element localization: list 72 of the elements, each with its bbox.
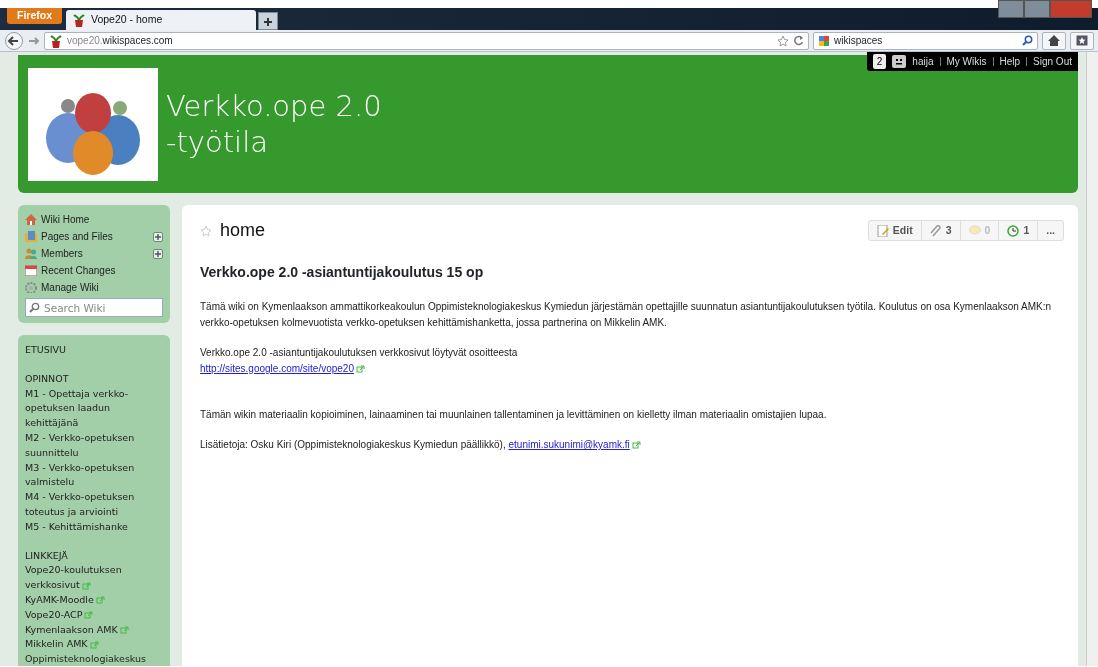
browser-search-field[interactable]: wikispaces (813, 31, 1038, 50)
paragraph: Verkko.ope 2.0 -asiantuntijakoulutuksen verkkosivut löytyvät osoitteesta http://sites.google.com/site/vope20 (200, 346, 519, 376)
search-wiki-field[interactable]: Search Wiki (25, 298, 163, 317)
star-icon (1076, 35, 1088, 46)
address-bar[interactable]: vope20.wikispaces.com (44, 31, 809, 50)
search-icon (1022, 35, 1033, 46)
navigation-link[interactable]: M1 - Opettaja verkko-opetuksen laadun kehittäjänä (25, 386, 163, 431)
browser-tab[interactable]: Vope20 - home (66, 10, 256, 30)
calendar-icon (25, 265, 37, 276)
speech-bubble-icon (968, 224, 981, 237)
paragraph-link[interactable]: http://sites.google.com/site/vope20 (200, 363, 354, 374)
sidebar-nav-link[interactable]: Manage Wiki (25, 279, 163, 296)
navigation-link[interactable]: M5 - Kehittämishanke (25, 519, 163, 535)
favorite-star-icon[interactable] (200, 224, 212, 237)
reload-icon (793, 35, 804, 46)
pencil-page-icon (876, 224, 889, 237)
search-value: wikispaces (834, 34, 884, 48)
paragraph-link[interactable]: etunimi.sukunimi@kyamk.fi (508, 439, 630, 450)
notification-count[interactable]: 2 (872, 54, 887, 69)
bookmark-star-icon (777, 34, 789, 47)
site-title: Verkko.ope 2.0 -työtila (166, 88, 382, 160)
page-action-button[interactable]: 1 (999, 220, 1039, 241)
paperclip-icon (929, 224, 942, 237)
plant-pot-icon (72, 13, 86, 27)
avatar-icon (892, 55, 907, 68)
sidebar-nav-link[interactable]: Wiki Home (25, 211, 163, 228)
expand-icon[interactable] (153, 248, 163, 259)
navigation-link[interactable]: OPINNOT (25, 371, 163, 387)
external-link-icon (356, 365, 365, 374)
navigation-link[interactable]: M2 - Verkko-opetuksen suunnittelu (25, 431, 163, 461)
navigation-link[interactable]: Vope20-ACP (25, 607, 163, 623)
navigation-link[interactable]: KyAMK-Moodle (25, 592, 163, 608)
user-link[interactable]: Help (999, 54, 1021, 69)
navigation-link[interactable]: Vope20-koulutuksen verkkosivut (25, 563, 163, 593)
expand-icon[interactable] (153, 231, 163, 242)
page-action-button[interactable]: Edit (868, 220, 922, 241)
folder-icon (25, 231, 37, 242)
navigation-link[interactable]: M3 - Verkko-opetuksen valmistelu (25, 460, 163, 491)
people-icon (25, 248, 37, 259)
plus-icon (263, 16, 273, 27)
sidebar-nav-link[interactable]: Pages and Files (25, 228, 163, 245)
navigation-link[interactable]: M4 - Verkko-opetuksen toteutus ja arviointi (25, 490, 163, 520)
navigation-link[interactable]: LINKKEJÄ (25, 548, 163, 564)
username-link[interactable]: haija (912, 54, 934, 69)
external-link-icon (631, 441, 641, 450)
plant-pot-icon (49, 33, 63, 48)
content-heading: Verkko.ope 2.0 -asiantuntijakoulutus 15 op (200, 263, 485, 282)
user-link[interactable]: My Wikis (946, 54, 987, 69)
new-tab-button[interactable] (258, 12, 278, 30)
bookmarks-button[interactable] (1070, 31, 1094, 50)
navigation-link[interactable]: ETUSIVU (25, 343, 163, 358)
page-action-button[interactable]: ... (1038, 220, 1063, 241)
page-title: home (220, 219, 266, 242)
paragraph: Lisätietoja: Osku Kiri (Oppimisteknologiakeskus Kymiedun päällikkö), etunimi.sukunimi@kyamk.fi (200, 437, 1064, 453)
url-text: vope20.wikispaces.com (67, 34, 173, 48)
navigation-link[interactable]: Kymenlaakson AMK (25, 622, 163, 638)
history-icon (1007, 224, 1020, 237)
gear-icon (25, 282, 37, 293)
user-link[interactable]: Sign Out (1033, 54, 1072, 69)
navigation-link[interactable]: Oppimisteknologiakeskus (25, 652, 163, 666)
home-button[interactable] (1042, 31, 1066, 50)
page-action-button[interactable]: 3 (921, 220, 961, 241)
paragraph: Tämän wikin materiaalin kopioiminen, lainaaminen tai muunlainen tallentaminen ja levittäminen on kielletty ilman materiaalin omistajien lupaa. (200, 408, 828, 422)
search-engine-icon (818, 34, 830, 47)
paragraph: Tämä wiki on Kymenlaakson ammattikorkeakoulun Oppimisteknologiakeskus Kymiedun järjestämän opettajille suunnatun asiantuntijakoulutuksen työtila. Koulutus on osa Kymenlaakson AMK:n verkko-opetuksen kolmevuotista verkko-opetuksen kehittämishanketta, jossa partnerina on Mikkelin AMK. (200, 300, 1052, 330)
navigation-link[interactable]: Mikkelin AMK (25, 637, 163, 653)
scrollbar[interactable] (1086, 52, 1098, 666)
home-icon (1048, 35, 1060, 46)
forward-arrow-icon (28, 34, 40, 47)
sidebar-nav-link[interactable]: Members (25, 245, 163, 262)
house-icon (25, 214, 37, 225)
sidebar-nav-link[interactable]: Recent Changes (25, 262, 163, 279)
